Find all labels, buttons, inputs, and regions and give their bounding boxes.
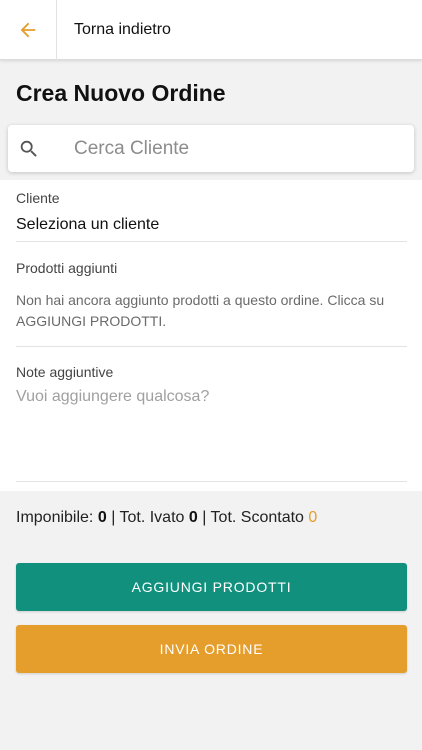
imponibile-label: Imponibile:: [16, 509, 94, 526]
products-label: Prodotti aggiunti: [16, 260, 118, 276]
page-title: Crea Nuovo Ordine: [16, 80, 226, 106]
products-empty-message: Non hai ancora aggiunto prodotti a quest…: [16, 292, 385, 329]
search-icon: [20, 140, 37, 157]
ivato-label: Tot. Ivato: [119, 509, 185, 526]
search-input[interactable]: [74, 137, 374, 160]
back-label[interactable]: Torna indietro: [74, 21, 171, 39]
search-box[interactable]: [8, 125, 414, 172]
send-order-button[interactable]: INVIA ORDINE: [16, 625, 407, 673]
add-products-button[interactable]: AGGIUNGI PRODOTTI: [16, 563, 407, 611]
order-totals: Imponibile: 0 | Tot. Ivato 0 | Tot. Scon…: [16, 509, 317, 527]
top-bar: Torna indietro: [0, 0, 422, 60]
client-label: Cliente: [16, 190, 60, 206]
divider: [16, 481, 407, 482]
ivato-value: 0: [188, 509, 198, 526]
notes-input[interactable]: [16, 388, 406, 468]
scontato-label: Tot. Scontato: [210, 509, 304, 526]
separator: |: [111, 509, 116, 526]
order-form: Cliente Seleziona un cliente Prodotti ag…: [0, 180, 422, 491]
client-select[interactable]: Seleziona un cliente: [16, 216, 159, 234]
arrow-left-icon: [20, 22, 36, 37]
divider: [16, 241, 407, 242]
separator: |: [202, 509, 207, 526]
notes-label: Note aggiuntive: [16, 364, 114, 380]
back-button[interactable]: [0, 0, 57, 60]
imponibile-value: 0: [97, 509, 107, 526]
scontato-value: 0: [308, 509, 318, 526]
divider: [16, 346, 407, 347]
